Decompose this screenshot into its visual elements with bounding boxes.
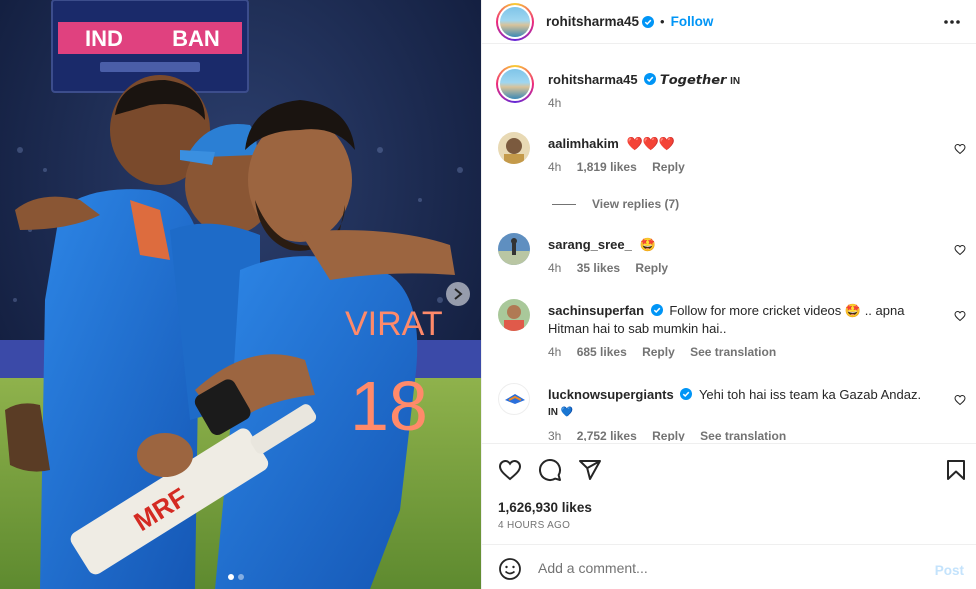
comment-likes[interactable]: 685 likes xyxy=(577,345,627,359)
reply-button[interactable]: Reply xyxy=(635,261,668,275)
caption-text: 𝙏𝙤𝙜𝙚𝙩𝙝𝙚𝙧 xyxy=(659,72,727,87)
heart-icon[interactable] xyxy=(954,394,966,406)
comment-time: 3h xyxy=(548,429,562,441)
comment-text: ❤️❤️❤️ xyxy=(626,136,676,151)
comment-likes[interactable]: 2,752 likes xyxy=(577,429,637,441)
reply-button[interactable]: Reply xyxy=(652,160,685,174)
caption-flag: IN xyxy=(730,76,741,87)
more-icon[interactable] xyxy=(942,14,962,30)
save-icon[interactable] xyxy=(944,458,968,482)
verified-icon xyxy=(650,304,663,316)
jersey-name: VIRAT xyxy=(345,305,443,343)
emoji-icon[interactable] xyxy=(498,557,522,581)
verified-icon xyxy=(680,388,693,400)
carousel-dot xyxy=(238,574,244,580)
add-comment-bar: Post xyxy=(482,544,976,589)
comments-list: rohitsharma45 𝙏𝙤𝙜𝙚𝙩𝙝𝙚𝙧 IN 4h aalimhakim … xyxy=(482,55,976,441)
post-time-ago: 4 HOURS AGO xyxy=(498,520,571,531)
photo-illustration: IND BAN VIRAT 18 MRF xyxy=(0,0,481,589)
chevron-right-icon xyxy=(454,288,463,300)
author-username[interactable]: rohitsharma45 xyxy=(546,14,639,29)
share-icon[interactable] xyxy=(578,458,602,482)
dot-separator: • xyxy=(660,14,665,29)
comment-meta: 4h 1,819 likes Reply xyxy=(548,160,697,174)
comment-meta: 4h 685 likes Reply See translation xyxy=(548,345,788,359)
comment-time: 4h xyxy=(548,160,562,174)
caption-avatar[interactable] xyxy=(496,65,534,103)
scoreboard-left: IND xyxy=(85,26,123,51)
comment-likes[interactable]: 1,819 likes xyxy=(577,160,637,174)
comment-icon[interactable] xyxy=(538,458,562,482)
comment-username[interactable]: lucknowsupergiants xyxy=(548,387,674,402)
reply-button[interactable]: Reply xyxy=(642,345,675,359)
comment-time: 4h xyxy=(548,261,562,275)
comment-input[interactable] xyxy=(538,556,918,580)
comment-time: 4h xyxy=(548,345,562,359)
comment-text: Yehi toh hai iss team ka Gazab Andaz. xyxy=(698,387,922,402)
commenter-avatar[interactable] xyxy=(498,132,530,164)
comment-username[interactable]: sachinsuperfan xyxy=(548,303,644,318)
comment-likes[interactable]: 35 likes xyxy=(577,261,620,275)
carousel-dot xyxy=(228,574,234,580)
comment-username[interactable]: sarang_sree_ xyxy=(548,237,632,252)
reply-button[interactable]: Reply xyxy=(652,429,685,441)
view-replies-button[interactable]: View replies (7) xyxy=(552,197,679,211)
carousel-dots xyxy=(228,574,244,580)
comment-meta: 4h 35 likes Reply xyxy=(548,261,680,275)
comment-text: 🤩 xyxy=(639,237,656,252)
commenter-avatar[interactable] xyxy=(498,299,530,331)
comment-username[interactable]: aalimhakim xyxy=(548,136,619,151)
post-header: rohitsharma45 • Follow xyxy=(482,0,976,44)
post-comment-button[interactable]: Post xyxy=(935,563,964,578)
next-photo-button[interactable] xyxy=(446,282,470,306)
caption-time: 4h xyxy=(548,96,562,110)
caption-meta: 4h xyxy=(548,96,573,110)
heart-icon[interactable] xyxy=(954,310,966,322)
see-translation-button[interactable]: See translation xyxy=(690,345,776,359)
post-actions: 1,626,930 likes 4 HOURS AGO xyxy=(482,443,976,543)
scoreboard-right: BAN xyxy=(172,26,220,51)
post-photo: IND BAN VIRAT 18 MRF xyxy=(0,0,481,589)
comment-text-line2: IN 💙 xyxy=(548,407,574,418)
commenter-avatar[interactable] xyxy=(498,383,530,415)
likes-count[interactable]: 1,626,930 likes xyxy=(498,500,592,515)
comment-meta: 3h 2,752 likes Reply See translation xyxy=(548,429,798,441)
view-replies-label: View replies (7) xyxy=(592,197,680,211)
caption-username[interactable]: rohitsharma45 xyxy=(548,72,638,87)
see-translation-button[interactable]: See translation xyxy=(700,429,786,441)
verified-icon xyxy=(642,15,655,28)
heart-icon[interactable] xyxy=(498,458,522,482)
follow-button[interactable]: Follow xyxy=(671,14,714,29)
jersey-number: 18 xyxy=(350,367,428,445)
post-sidebar: rohitsharma45 • Follow rohitsharma45 𝙏𝙤𝙜… xyxy=(481,0,976,589)
heart-icon[interactable] xyxy=(954,244,966,256)
heart-icon[interactable] xyxy=(954,143,966,155)
commenter-avatar[interactable] xyxy=(498,233,530,265)
author-avatar[interactable] xyxy=(496,3,534,41)
verified-icon xyxy=(644,73,657,85)
